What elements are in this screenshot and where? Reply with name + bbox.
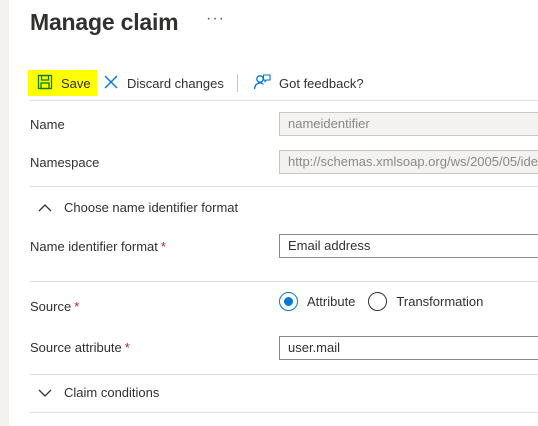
close-icon	[103, 74, 119, 93]
chevron-up-icon	[38, 203, 52, 213]
section-divider	[30, 281, 538, 282]
source-attribute-label: Source attribute *	[30, 340, 130, 355]
required-marker: *	[124, 340, 130, 355]
required-marker: *	[74, 299, 80, 314]
section-divider	[30, 186, 538, 187]
command-bar: Save Discard changes Got feedback?	[28, 70, 538, 96]
radio-label: Attribute	[307, 294, 356, 309]
radio-label: Transformation	[396, 294, 484, 309]
save-button[interactable]: Save	[28, 70, 97, 96]
section-label: Claim conditions	[64, 385, 160, 400]
name-field: nameidentifier	[279, 112, 538, 136]
name-identifier-format-dropdown[interactable]: Email address	[279, 234, 538, 258]
source-radio-attribute[interactable]: Attribute	[279, 292, 355, 311]
name-label: Name	[30, 117, 65, 132]
label-text: Source attribute	[30, 340, 122, 355]
left-rail	[0, 0, 9, 426]
source-radio-transformation[interactable]: Transformation	[368, 292, 483, 311]
feedback-label: Got feedback?	[279, 75, 364, 91]
feedback-button[interactable]: Got feedback?	[253, 70, 364, 96]
section-divider	[30, 412, 538, 413]
claim-conditions-section-toggle[interactable]: Claim conditions	[38, 385, 159, 400]
section-label: Choose name identifier format	[64, 200, 239, 215]
name-identifier-format-label: Name identifier format *	[30, 239, 166, 254]
source-label: Source *	[30, 299, 79, 314]
radio-unchecked-icon	[368, 292, 388, 311]
source-attribute-field[interactable]: user.mail	[279, 336, 538, 360]
save-icon	[37, 74, 53, 93]
page-title: Manage claim	[30, 9, 179, 35]
section-divider	[30, 374, 538, 375]
more-options-button[interactable]: ···	[206, 10, 225, 28]
radio-checked-icon	[279, 292, 298, 311]
required-marker: *	[160, 239, 166, 254]
namespace-label: Namespace	[30, 155, 100, 170]
namespace-field: http://schemas.xmlsoap.org/ws/2005/05/id…	[279, 150, 538, 174]
feedback-person-icon	[253, 73, 271, 94]
chevron-down-icon	[38, 388, 52, 398]
name-identifier-format-section-toggle[interactable]: Choose name identifier format	[38, 200, 238, 215]
toolbar-divider-line	[30, 100, 538, 101]
discard-changes-label: Discard changes	[127, 75, 224, 91]
discard-changes-button[interactable]: Discard changes	[103, 70, 224, 96]
label-text: Source	[30, 299, 72, 314]
source-radio-group: Attribute Transformation	[279, 292, 483, 311]
toolbar-divider	[237, 74, 238, 92]
label-text: Name identifier format	[30, 239, 158, 254]
save-label: Save	[61, 75, 91, 91]
